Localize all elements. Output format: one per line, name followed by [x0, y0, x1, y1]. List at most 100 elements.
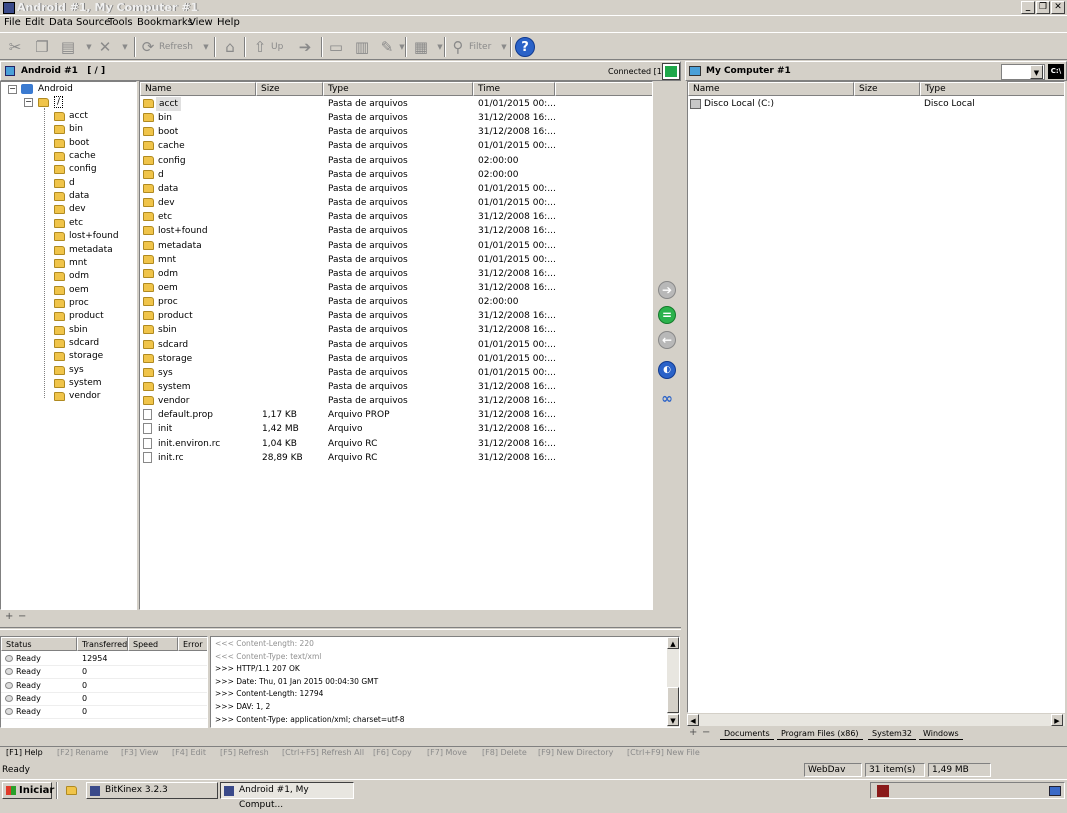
tree-item[interactable]: proc: [69, 297, 89, 310]
column-type[interactable]: Type: [323, 82, 473, 96]
tree-item[interactable]: sys: [69, 364, 84, 377]
fkey-copy[interactable]: [F6] Copy: [373, 748, 412, 757]
splitter[interactable]: [0, 627, 681, 630]
filter-icon[interactable]: ⚲: [449, 38, 467, 56]
tree-root-android[interactable]: Android: [38, 83, 73, 96]
tree-item[interactable]: odm: [69, 270, 89, 283]
tree-item[interactable]: bin: [69, 123, 83, 136]
fkey-view[interactable]: [F3] View: [121, 748, 158, 757]
column-size[interactable]: Size: [256, 82, 323, 96]
tree-item[interactable]: storage: [69, 350, 103, 363]
refresh-button[interactable]: Refresh: [159, 37, 193, 57]
local-column-size[interactable]: Size: [854, 82, 920, 96]
file-row[interactable]: mnt Pasta de arquivos 01/01/2015 00:...: [140, 253, 652, 267]
start-button[interactable]: Iniciar: [2, 782, 54, 799]
properties-dropdown-icon[interactable]: ▼: [393, 38, 411, 56]
up-button[interactable]: Up: [271, 37, 283, 57]
file-row[interactable]: data Pasta de arquivos 01/01/2015 00:...: [140, 182, 652, 196]
column-name[interactable]: Name: [140, 82, 256, 96]
scroll-up-icon[interactable]: ▲: [667, 637, 679, 649]
file-row[interactable]: etc Pasta de arquivos 31/12/2008 16:...: [140, 210, 652, 224]
fkey-rename[interactable]: [F2] Rename: [57, 748, 108, 757]
copy-right-arrow-icon[interactable]: ➔: [658, 281, 676, 299]
up-icon[interactable]: ⇧: [251, 38, 269, 56]
log-scrollbar[interactable]: ▲ ▼: [667, 637, 679, 727]
refresh-dropdown-icon[interactable]: ▼: [197, 38, 215, 56]
menu-view[interactable]: View: [189, 17, 213, 28]
file-row[interactable]: dev Pasta de arquivos 01/01/2015 00:...: [140, 196, 652, 210]
file-row[interactable]: oem Pasta de arquivos 31/12/2008 16:...: [140, 281, 652, 295]
tab-windows[interactable]: Windows: [919, 728, 963, 740]
tree-item[interactable]: etc: [69, 217, 83, 230]
tab-system32[interactable]: System32: [868, 728, 917, 740]
tree-item[interactable]: system: [69, 377, 102, 390]
view-dropdown-icon[interactable]: ▼: [431, 38, 449, 56]
remote-file-list[interactable]: Name Size Type Time acct Pasta de arquivo…: [139, 81, 653, 610]
tree-item[interactable]: cache: [69, 150, 96, 163]
remove-icon[interactable]: −: [702, 727, 710, 738]
tree-item[interactable]: data: [69, 190, 89, 203]
forward-icon[interactable]: ➔: [296, 38, 314, 56]
fkey-refresh-all[interactable]: [Ctrl+F5] Refresh All: [282, 748, 364, 757]
copy-left-arrow-icon[interactable]: ←: [658, 331, 676, 349]
tree-root-slash[interactable]: /: [54, 96, 64, 108]
add-icon[interactable]: +: [5, 611, 13, 622]
paste-icon[interactable]: ▤: [59, 38, 77, 56]
file-row[interactable]: cache Pasta de arquivos 01/01/2015 00:...: [140, 139, 652, 153]
help-icon[interactable]: ?: [515, 37, 535, 57]
minimize-button[interactable]: _: [1021, 1, 1035, 14]
file-row[interactable]: init.rc 28,89 KB Arquivo RC 31/12/2008 16:.…: [140, 451, 652, 465]
local-column-type[interactable]: Type: [920, 82, 1064, 96]
print-icon[interactable]: ▥: [353, 38, 371, 56]
tree-item[interactable]: metadata: [69, 244, 113, 257]
taskbar-task-bitkinex[interactable]: BitKinex 3.2.3: [86, 782, 218, 799]
fkey-refresh[interactable]: [F5] Refresh: [220, 748, 269, 757]
file-row[interactable]: d Pasta de arquivos 02:00:00: [140, 168, 652, 182]
tree-item[interactable]: mnt: [69, 257, 87, 270]
scroll-left-icon[interactable]: ◀: [687, 714, 699, 726]
add-icon[interactable]: +: [689, 727, 697, 738]
refresh-icon[interactable]: ⟳: [139, 38, 157, 56]
status-col-speed[interactable]: Speed: [128, 637, 178, 651]
tree-item[interactable]: sbin: [69, 324, 88, 337]
copy-icon[interactable]: ❐: [33, 38, 51, 56]
file-row[interactable]: sdcard Pasta de arquivos 01/01/2015 00:...: [140, 338, 652, 352]
menu-file[interactable]: File: [4, 17, 21, 28]
tree-item[interactable]: boot: [69, 137, 89, 150]
link-icon[interactable]: ∞: [656, 392, 678, 408]
file-row[interactable]: storage Pasta de arquivos 01/01/2015 00:..…: [140, 352, 652, 366]
home-icon[interactable]: ⌂: [221, 38, 239, 56]
restore-button[interactable]: ❐: [1036, 1, 1050, 14]
file-row[interactable]: proc Pasta de arquivos 02:00:00: [140, 295, 652, 309]
status-col-transferred[interactable]: Transferred: [77, 637, 128, 651]
protocol-log[interactable]: <<< Content-Length: 220 <<< Content-Type:…: [210, 636, 680, 728]
tree-item[interactable]: oem: [69, 284, 89, 297]
local-row[interactable]: Disco Local (C:) Disco Local: [688, 97, 1064, 111]
file-row[interactable]: acct Pasta de arquivos 01/01/2015 00:...: [140, 97, 652, 111]
fkey-move[interactable]: [F7] Move: [427, 748, 467, 757]
file-row[interactable]: init 1,42 MB Arquivo 31/12/2008 16:...: [140, 422, 652, 436]
right-horizontal-scrollbar[interactable]: ◀ ▶: [687, 713, 1065, 726]
tree-item[interactable]: vendor: [69, 390, 101, 403]
combobox-dropdown-icon[interactable]: ▼: [1030, 65, 1043, 79]
fkey-help[interactable]: [F1] Help: [6, 748, 43, 757]
local-file-list[interactable]: Name Size Type Disco Local (C:) Disco Lo…: [687, 81, 1065, 713]
file-row[interactable]: product Pasta de arquivos 31/12/2008 16:..…: [140, 309, 652, 323]
column-time[interactable]: Time: [473, 82, 555, 96]
tab-documents[interactable]: Documents: [720, 728, 774, 740]
menu-tools[interactable]: Tools: [108, 17, 133, 28]
tab-program-files[interactable]: Program Files (x86): [777, 728, 863, 740]
tree-item[interactable]: acct: [69, 110, 88, 123]
tray-app-icon[interactable]: [877, 785, 889, 797]
file-row[interactable]: boot Pasta de arquivos 31/12/2008 16:...: [140, 125, 652, 139]
open-icon[interactable]: ▭: [327, 38, 345, 56]
file-row[interactable]: vendor Pasta de arquivos 31/12/2008 16:...: [140, 394, 652, 408]
close-button[interactable]: ✕: [1051, 1, 1065, 14]
file-row[interactable]: system Pasta de arquivos 31/12/2008 16:...: [140, 380, 652, 394]
fkey-new-directory[interactable]: [F9] New Directory: [538, 748, 613, 757]
console-icon[interactable]: C:\: [1048, 64, 1064, 79]
menu-bookmarks[interactable]: Bookmarks: [137, 17, 193, 28]
explorer-quicklaunch-icon[interactable]: [66, 786, 77, 795]
menu-help[interactable]: Help: [217, 17, 240, 28]
tree-item[interactable]: dev: [69, 203, 86, 216]
